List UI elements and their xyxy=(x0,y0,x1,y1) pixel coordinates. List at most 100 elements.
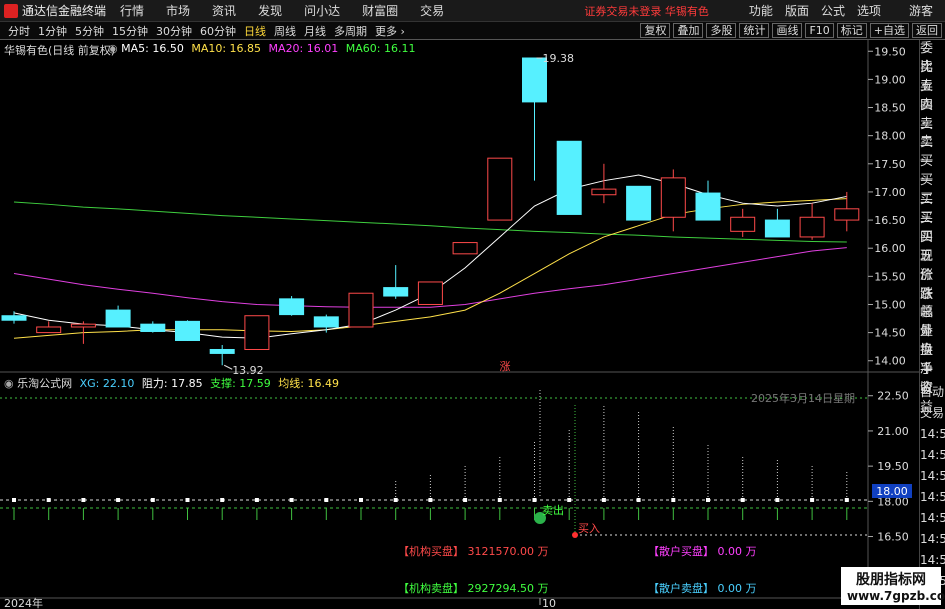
candle-body xyxy=(730,216,756,232)
indicator-dot xyxy=(671,498,676,502)
candle-body xyxy=(348,292,374,328)
indicator-dot xyxy=(254,498,259,502)
date-note: 2025年3月14日星期 xyxy=(751,391,855,405)
indicator-dot xyxy=(46,498,51,502)
candle-body xyxy=(764,219,790,238)
ma20-label: MA20: 16.01 xyxy=(268,42,339,55)
trade-row[interactable]: 自动 xyxy=(920,382,945,403)
trade-row: 14:56 xyxy=(920,448,945,462)
quote-row: 换手 xyxy=(920,343,934,378)
indicator-dot xyxy=(601,498,606,502)
candle-body xyxy=(591,188,617,196)
xg-label: XG: 22.10 xyxy=(79,377,135,390)
quote-row: 涨幅 xyxy=(920,286,934,321)
quote-row: 净资 xyxy=(920,362,934,397)
candle-body xyxy=(417,281,443,305)
candle-body xyxy=(279,298,305,316)
indicator-dot xyxy=(393,498,398,502)
indicator-dot xyxy=(567,498,572,502)
indicator-name: 乐淘公式网 xyxy=(17,377,73,390)
retail-sell-text: 【散户卖盘】 0.00 万 xyxy=(648,581,757,595)
indicator-dot xyxy=(428,498,433,502)
y-tick-label: 15.50 xyxy=(874,270,906,283)
ma60-label: MA60: 16.11 xyxy=(345,42,416,55)
eye-icon[interactable]: ◉ xyxy=(4,377,17,390)
inst-buy-text: 【机构买盘】 3121570.00 万 xyxy=(398,544,548,558)
current-value-label: 18.00 xyxy=(876,485,908,498)
y-tick-label: 18.50 xyxy=(874,102,906,115)
eye-icon[interactable]: ◉ xyxy=(108,42,121,55)
candle-body xyxy=(556,140,582,215)
x-label-month: 10 xyxy=(542,597,556,609)
ma-legend: ◉ MA5: 16.50 MA10: 16.85 MA20: 16.01 MA6… xyxy=(108,42,415,55)
x-label-year: 2024年 xyxy=(4,596,43,609)
y-tick-label: 14.00 xyxy=(874,355,906,368)
ind-y-tick-label: 16.50 xyxy=(877,531,909,544)
quote-row: 外盘 xyxy=(920,324,934,359)
candle-body xyxy=(175,320,200,341)
chart-canvas[interactable]: 19.50 19.00 18.50 18.00 17.50 17.00 16.50 16.00… xyxy=(0,0,945,609)
y-tick-label: 14.50 xyxy=(874,327,906,340)
y-tick-label: 15.00 xyxy=(874,298,906,311)
trade-row: 14:56 xyxy=(920,532,945,546)
candle-body xyxy=(209,348,235,354)
trade-row: 14:56 xyxy=(920,490,945,504)
indicator-dot xyxy=(775,498,780,502)
indicator-dot xyxy=(116,498,121,502)
quote-row: 买四 xyxy=(920,211,934,245)
indicator-dot xyxy=(12,498,16,502)
high-label: 19.38 xyxy=(543,52,575,65)
indicator-dot xyxy=(359,498,363,502)
sell-label: 卖出 xyxy=(542,503,564,517)
candle-body xyxy=(140,323,166,332)
indicator-dot xyxy=(532,498,537,502)
indicator-dot xyxy=(289,498,294,502)
quote-row: 委比 xyxy=(920,41,934,75)
trade-row: 14:56 xyxy=(920,469,945,483)
candle-body xyxy=(626,185,652,221)
trade-row: 14:56 xyxy=(920,511,945,525)
candle-body xyxy=(660,177,686,218)
indicator-legend: ◉ 乐淘公式网 XG: 22.10 阻力: 17.85 支撑: 17.59 均线… xyxy=(4,375,339,391)
quote-row: 总量 xyxy=(920,305,934,340)
indicator-dot xyxy=(220,498,225,502)
y-tick-label: 17.00 xyxy=(874,186,906,199)
y-tick-label: 19.00 xyxy=(874,73,906,86)
indicator-dot xyxy=(324,498,329,502)
candle-body xyxy=(70,323,96,328)
y-tick-label: 18.00 xyxy=(874,130,906,143)
indicator-dot xyxy=(706,498,710,502)
candle-body xyxy=(695,192,721,221)
candle-body xyxy=(244,315,270,350)
quote-row: 买一 xyxy=(920,154,934,189)
retail-buy-text: 【散户买盘】 0.00 万 xyxy=(648,544,757,558)
ma5-label: MA5: 16.50 xyxy=(121,42,184,55)
candle-body xyxy=(36,326,62,334)
candle-body xyxy=(383,287,409,297)
quote-panel: 委比 卖五 卖四 卖三 卖二 卖一 买一 买二 买三 买四 买五 现价 涨跌 涨幅 总量 外盘 换手 净资 收益 xyxy=(919,40,945,415)
quote-row: 买二 xyxy=(920,173,934,208)
watermark: 股朋指标网 www.7gpzb.com xyxy=(841,567,945,605)
ind-y-tick-label: 19.50 xyxy=(877,460,909,473)
quote-row: 卖四 xyxy=(920,78,934,113)
candle-body xyxy=(799,216,825,238)
quote-row: 买五 xyxy=(920,229,934,264)
candle-body xyxy=(313,316,339,328)
quote-row: 现价 xyxy=(920,248,934,283)
y-tick-label: 16.50 xyxy=(874,214,906,227)
candle-body xyxy=(834,208,860,221)
stock-title: 华锡有色(日线 前复权) xyxy=(4,44,116,57)
quote-row: 卖五 xyxy=(920,59,934,94)
y-tick-label: 16.00 xyxy=(874,242,906,255)
ma10-line xyxy=(13,198,847,339)
indicator-dot xyxy=(81,498,86,502)
resistance-label: 阻力: 17.85 xyxy=(141,377,203,390)
indicator-dot xyxy=(463,498,468,502)
zhang-marker: 涨 xyxy=(500,360,511,373)
watermark-line1: 股朋指标网 xyxy=(856,572,926,588)
candle-body xyxy=(452,242,478,255)
trade-row: 交易 xyxy=(920,406,945,420)
ind-y-tick-label: 21.00 xyxy=(877,425,909,438)
indicator-dot xyxy=(185,498,190,502)
indicator-dot xyxy=(497,498,502,502)
